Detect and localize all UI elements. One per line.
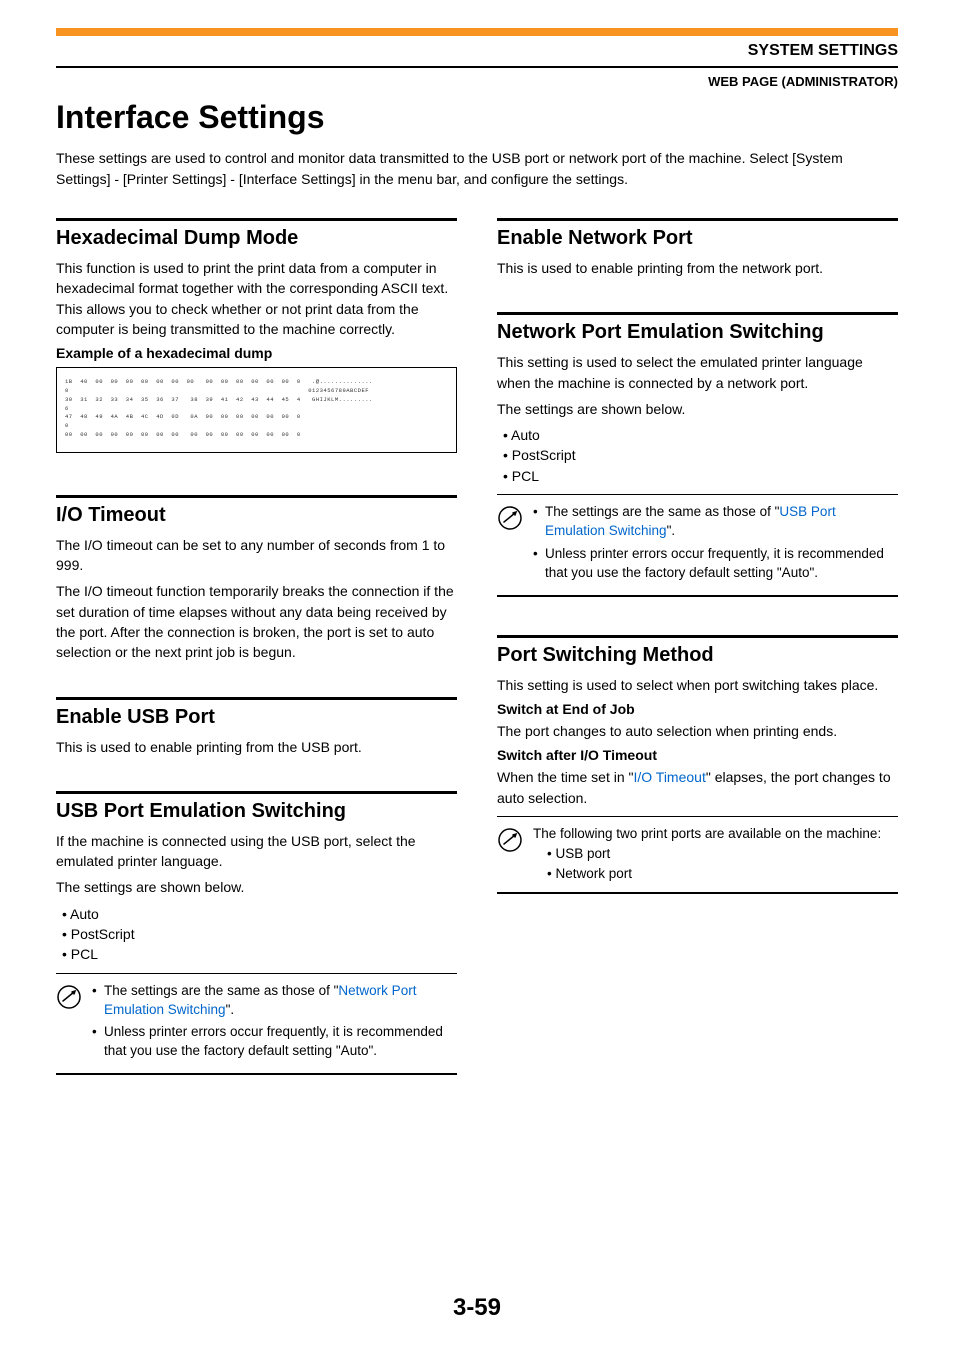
usb-emu-body2: The settings are shown below. xyxy=(56,877,457,897)
enable-usb-body: This is used to enable printing from the… xyxy=(56,737,457,757)
switch-end-job-body: The port changes to auto selection when … xyxy=(497,721,898,741)
usb-emu-body1: If the machine is connected using the US… xyxy=(56,831,457,872)
io-timeout-body2: The I/O timeout function temporarily bre… xyxy=(56,581,457,662)
port-switch-heading: Port Switching Method xyxy=(497,644,898,667)
port-switch-note: The following two print ports are availa… xyxy=(497,816,898,894)
port-switch-body: This setting is used to select when port… xyxy=(497,675,898,695)
switch-io-timeout-body: When the time set in "I/O Timeout" elaps… xyxy=(497,767,898,808)
list-item: PostScript xyxy=(62,924,457,944)
io-timeout-heading: I/O Timeout xyxy=(56,504,457,527)
list-item: Auto xyxy=(62,904,457,924)
hex-dump-example-label: Example of a hexadecimal dump xyxy=(56,345,457,361)
io-timeout-link[interactable]: I/O Timeout xyxy=(633,769,705,785)
list-item: Auto xyxy=(503,425,898,445)
list-item: Network port xyxy=(547,864,898,884)
note-text: Unless printer errors occur frequently, … xyxy=(104,1023,457,1061)
net-emu-body2: The settings are shown below. xyxy=(497,399,898,419)
note-icon xyxy=(56,984,82,1010)
page-title: Interface Settings xyxy=(56,99,898,136)
usb-emu-heading: USB Port Emulation Switching xyxy=(56,800,457,823)
note-text: ". xyxy=(667,523,676,538)
note-text: ". xyxy=(226,1002,235,1017)
net-emu-list: Auto PostScript PCL xyxy=(497,425,898,486)
enable-usb-heading: Enable USB Port xyxy=(56,706,457,729)
breadcrumb: WEB PAGE (ADMINISTRATOR) xyxy=(56,74,898,89)
enable-net-heading: Enable Network Port xyxy=(497,227,898,250)
note-text: The settings are the same as those of " xyxy=(545,504,779,519)
page-number: 3-59 xyxy=(0,1294,954,1322)
hex-dump-example: 1B 40 00 00 00 00 00 00 00 00 00 00 00 0… xyxy=(56,367,457,453)
net-emu-body1: This setting is used to select the emula… xyxy=(497,352,898,393)
list-item: PCL xyxy=(62,944,457,964)
note-intro: The following two print ports are availa… xyxy=(533,825,898,844)
net-emu-note: •The settings are the same as those of "… xyxy=(497,494,898,597)
note-text: Unless printer errors occur frequently, … xyxy=(545,545,898,583)
hex-dump-heading: Hexadecimal Dump Mode xyxy=(56,227,457,250)
note-icon xyxy=(497,827,523,853)
usb-emu-note: •The settings are the same as those of "… xyxy=(56,973,457,1076)
usb-emu-list: Auto PostScript PCL xyxy=(56,904,457,965)
list-item: PostScript xyxy=(503,445,898,465)
switch-end-job-title: Switch at End of Job xyxy=(497,701,898,717)
switch-io-timeout-title: Switch after I/O Timeout xyxy=(497,747,898,763)
hex-dump-body: This function is used to print the print… xyxy=(56,258,457,339)
list-item: USB port xyxy=(547,844,898,864)
intro-text: These settings are used to control and m… xyxy=(56,148,898,190)
list-item: PCL xyxy=(503,466,898,486)
note-icon xyxy=(497,505,523,531)
enable-net-body: This is used to enable printing from the… xyxy=(497,258,898,278)
note-text: The settings are the same as those of " xyxy=(104,983,338,998)
system-settings-header: SYSTEM SETTINGS xyxy=(56,38,898,66)
net-emu-heading: Network Port Emulation Switching xyxy=(497,321,898,344)
io-timeout-body1: The I/O timeout can be set to any number… xyxy=(56,535,457,576)
